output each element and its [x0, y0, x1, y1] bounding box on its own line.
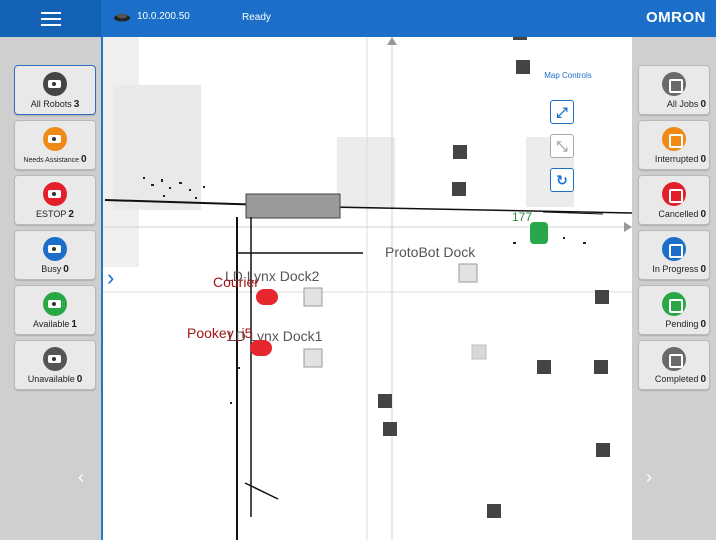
robot-icon — [43, 347, 67, 371]
job-filter-count: 0 — [700, 209, 706, 220]
job-filter-label: All Jobs — [666, 99, 699, 109]
unavailable-button[interactable]: Unavailable 0 — [14, 340, 96, 390]
collapse-map-button[interactable]: ⤡ — [550, 134, 574, 158]
cancelled-button[interactable]: Cancelled 0 — [638, 175, 710, 225]
job-filter-count: 0 — [700, 374, 706, 385]
busy-button[interactable]: Busy 0 — [14, 230, 96, 280]
job-icon — [662, 72, 686, 96]
chevron-right-icon[interactable]: › — [646, 467, 652, 488]
robot-cap-icon — [114, 13, 130, 21]
robot-filter-label: All Robots — [30, 99, 72, 109]
job-icon — [662, 347, 686, 371]
robot-filter-count: 0 — [76, 374, 83, 385]
brand-logo: OMRON — [646, 9, 706, 26]
pending-button[interactable]: Pending 0 — [638, 285, 710, 335]
collapse-icon: ⤡ — [556, 137, 568, 154]
estop-button[interactable]: ESTOP 2 — [14, 175, 96, 225]
robot-filter-count: 0 — [81, 154, 87, 165]
robot-filter-panel: All Robots 3 Needs Assistance 0 ESTOP 2 Bus… — [0, 37, 103, 540]
job-icon — [662, 237, 686, 261]
expand-map-button[interactable]: ⤢ — [550, 100, 574, 124]
job-icon — [662, 182, 686, 206]
job-filter-count: 0 — [700, 264, 706, 275]
job-icon — [662, 292, 686, 316]
job-filter-label: In Progress — [652, 264, 699, 274]
job-filter-label: Cancelled — [658, 209, 699, 219]
robot-filter-count: 0 — [63, 264, 69, 275]
robot-filter-label: Available — [33, 319, 70, 329]
ip-address: 10.0.200.50 — [137, 11, 190, 22]
robot-icon — [43, 72, 67, 96]
robot-icon — [43, 292, 67, 316]
robot-filter-count: 1 — [71, 319, 77, 330]
robot-icon — [43, 127, 67, 151]
available-button[interactable]: Available 1 — [14, 285, 96, 335]
robot-marker-available[interactable] — [530, 222, 548, 244]
job-filter-label: Completed — [654, 374, 699, 384]
expand-icon: ⤢ — [556, 103, 568, 120]
chevron-right-icon[interactable]: › — [107, 265, 114, 291]
status-text: Ready — [242, 12, 271, 23]
job-filter-label: Interrupted — [654, 154, 699, 164]
hamburger-icon — [40, 17, 61, 20]
job-filter-panel: All Jobs 0 Interrupted 0 Cancelled 0 In Pro… — [632, 37, 716, 540]
all-robots-button[interactable]: All Robots 3 — [14, 65, 96, 115]
chevron-left-icon[interactable]: ‹ — [78, 467, 84, 488]
robot-filter-label: ESTOP — [36, 209, 67, 219]
robot-name-pookey: Pookey_i5 — [187, 325, 253, 341]
job-filter-count: 0 — [700, 99, 706, 110]
robot-filter-label: Busy — [41, 264, 62, 274]
refresh-icon: ↻ — [556, 171, 568, 188]
interrupted-button[interactable]: Interrupted 0 — [638, 120, 710, 170]
all-jobs-button[interactable]: All Jobs 0 — [638, 65, 710, 115]
robot-marker-pookey[interactable] — [250, 340, 272, 356]
refresh-map-button[interactable]: ↻ — [550, 168, 574, 192]
robot-id-label: 177 — [512, 210, 533, 224]
needs-assistance-button[interactable]: Needs Assistance 0 — [14, 120, 96, 170]
job-filter-label: Pending — [665, 319, 699, 329]
robot-filter-label: Needs Assistance — [23, 157, 80, 164]
menu-button[interactable] — [0, 0, 101, 37]
top-bar: 10.0.200.50 Ready OMRON — [0, 0, 716, 37]
robot-filter-count: 3 — [73, 99, 80, 110]
robot-icon — [43, 182, 67, 206]
job-filter-count: 0 — [700, 319, 706, 330]
connection-info: 10.0.200.50 — [113, 11, 190, 22]
robot-marker-courier[interactable] — [256, 289, 278, 305]
robot-name-courier: Courier — [213, 274, 259, 290]
in-progress-button[interactable]: In Progress 0 — [638, 230, 710, 280]
robot-filter-count: 2 — [68, 209, 74, 220]
protobot-dock-label: ProtoBot Dock — [385, 244, 476, 260]
completed-button[interactable]: Completed 0 — [638, 340, 710, 390]
map-view[interactable]: › ProtoBot Dock LD Lynx Dock2 LD Lynx Do… — [103, 37, 632, 540]
robot-filter-label: Unavailable — [27, 374, 75, 384]
job-filter-count: 0 — [700, 154, 706, 165]
map-controls-title: Map Controls — [544, 71, 592, 80]
job-icon — [662, 127, 686, 151]
robot-icon — [43, 237, 67, 261]
